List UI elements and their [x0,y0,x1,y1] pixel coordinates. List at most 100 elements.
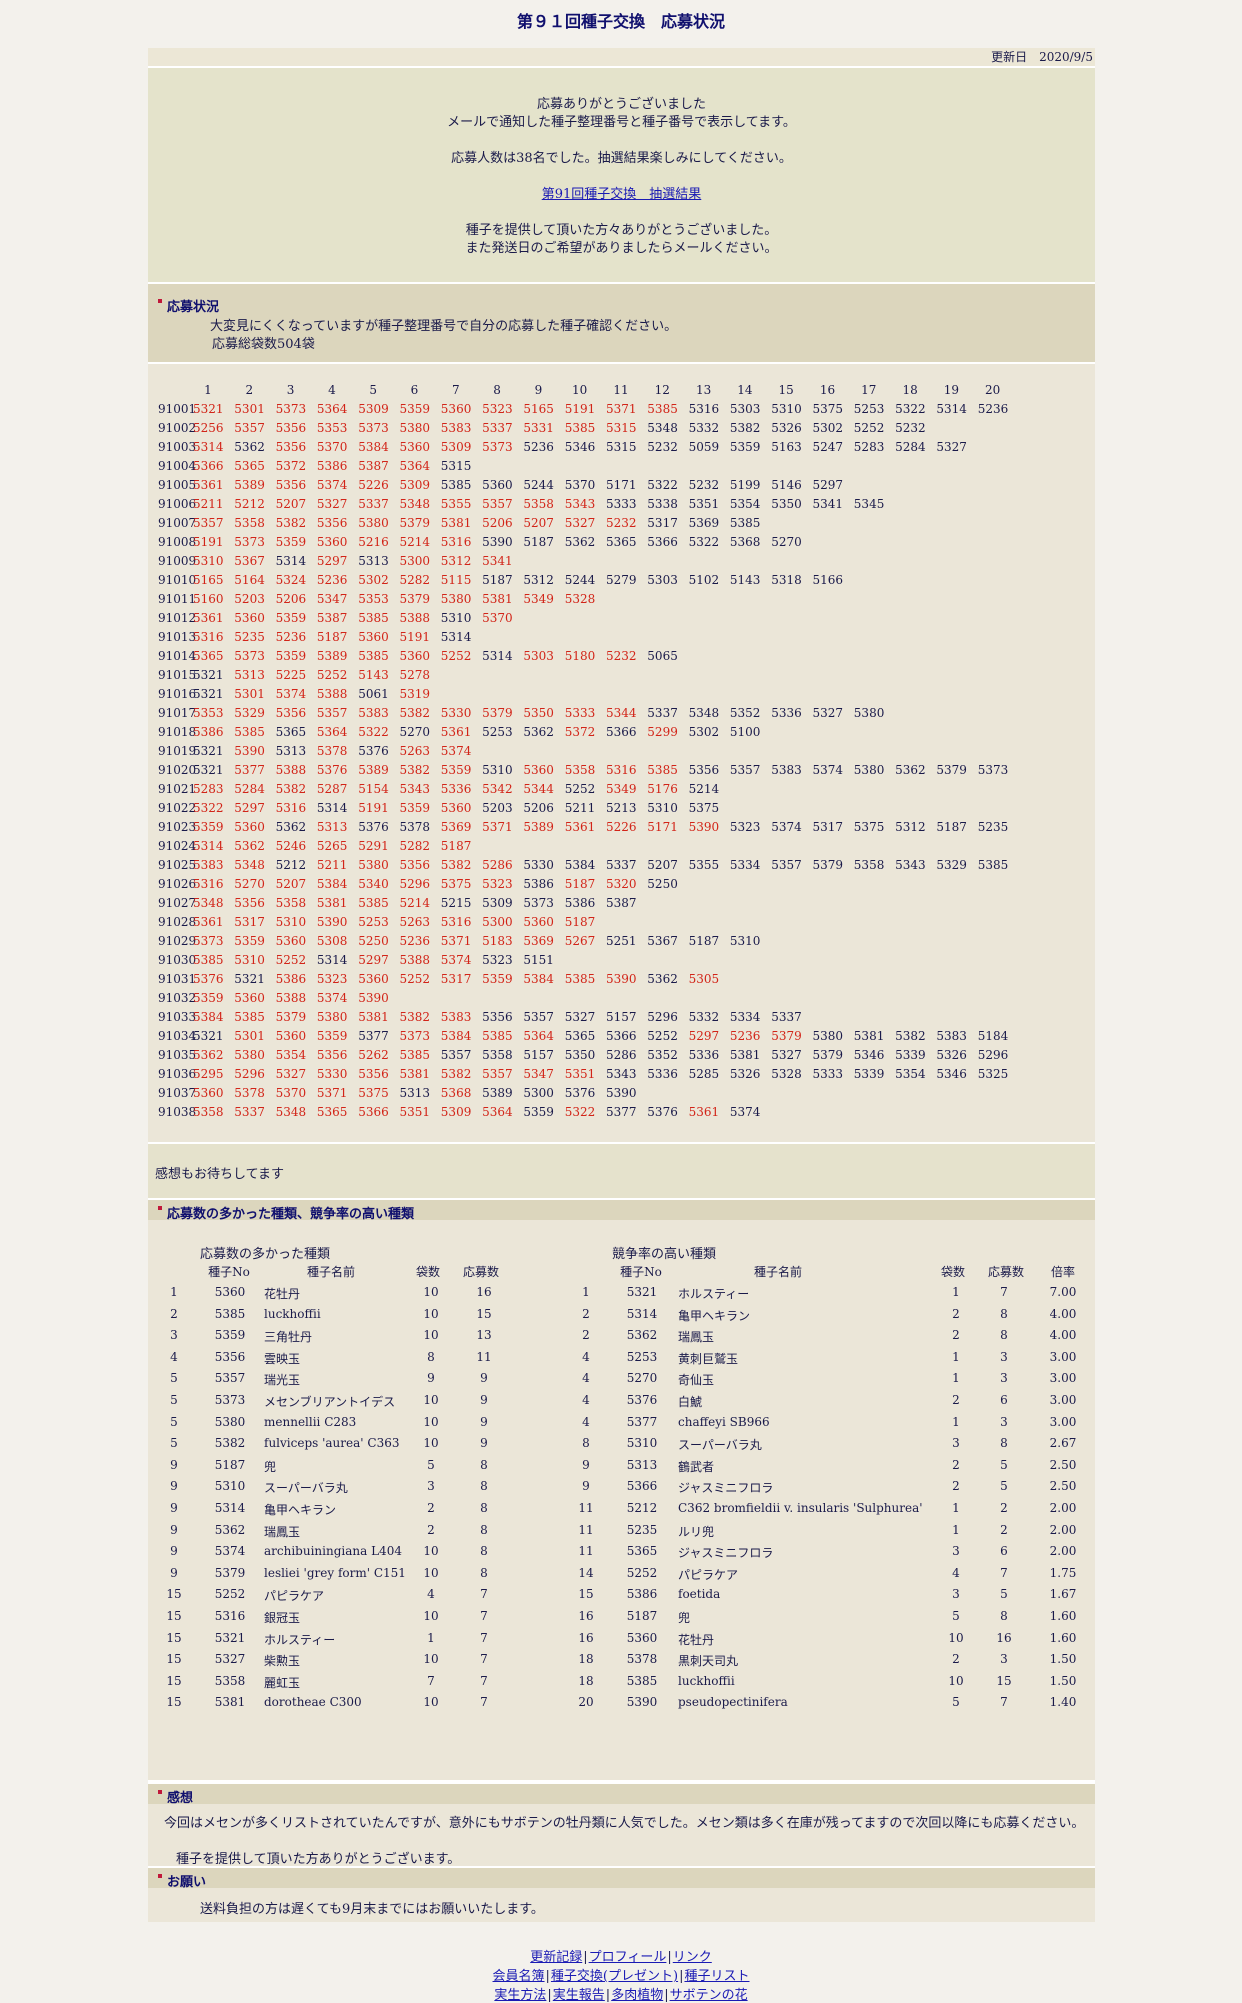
seed-number: 5316 [606,763,637,777]
seed-number: 5310 [193,554,224,568]
right-table-cell: 2 [582,1328,590,1343]
seed-number: 5353 [316,421,348,435]
seed-number: 5328 [771,1067,802,1081]
seed-number: 5360 [275,934,307,948]
right-table-cell: 1.75 [1049,1565,1077,1580]
seed-number: 5366 [193,459,224,473]
right-table-cell: 5310 [626,1436,658,1451]
seed-id: 91038 [158,1105,197,1119]
seed-number: 5100 [729,725,761,739]
seed-number: 5313 [399,1086,431,1100]
seed-number: 5359 [275,535,307,549]
nav-link[interactable]: 種子リスト [684,1969,749,1984]
right-table-cell: 4 [582,1371,590,1386]
nav-link[interactable]: リンク [673,1950,712,1965]
seed-number: 5207 [523,516,554,530]
seed-number: 5388 [399,611,431,625]
nav-link[interactable]: サボテンの花 [670,1988,748,2003]
nav-link[interactable]: 会員名簿 [493,1969,545,1984]
nav-link[interactable]: 実生方法 [494,1988,546,2003]
right-table-cell: 黄刺巨鷲玉 [678,1351,739,1366]
left-table-cell: 5 [170,1414,178,1429]
seed-number: 5362 [234,440,265,454]
right-table-cell: 5235 [626,1522,658,1537]
seed-number: 5360 [316,535,348,549]
seed-id: 91005 [158,478,197,492]
seed-number: 5324 [275,573,307,587]
seed-number: 5236 [523,440,554,454]
nav-link[interactable]: 実生報告 [553,1988,605,2003]
right-table-cell: 7 [1000,1565,1008,1580]
seed-number: 5203 [234,592,265,606]
right-table-cell: 2 [1000,1522,1008,1537]
seed-id: 91024 [158,839,197,853]
nav-link[interactable]: プロフィール [589,1950,667,1965]
right-table-cell: 5377 [626,1414,658,1429]
seed-number: 5212 [275,858,307,872]
lottery-result-link[interactable]: 第91回種子交換 抽選結果 [542,187,702,202]
seed-number: 5360 [440,402,472,416]
seed-number: 5383 [193,858,224,872]
seed-number: 5368 [729,535,761,549]
seed-number: 5386 [564,896,596,910]
seed-number: 5374 [316,991,348,1005]
seed-number: 5180 [564,649,596,663]
seed-number: 5327 [812,706,844,720]
seed-number: 5372 [564,725,596,739]
seed-number: 5283 [853,440,885,454]
seed-number: 5388 [275,991,307,1005]
seed-number: 5327 [564,1010,596,1024]
seed-number: 5315 [606,440,637,454]
seed-number: 5370 [275,1086,307,1100]
seed-number: 5380 [358,516,389,530]
seed-number: 5381 [440,516,472,530]
seed-number: 5380 [358,858,389,872]
seed-number: 5246 [275,839,307,853]
seed-number: 5302 [358,573,389,587]
seed-number: 5207 [647,858,678,872]
seed-number: 5370 [316,440,348,454]
intro-line: 応募人数は38名でした。抽選結果楽しみにしてください。 [451,151,792,166]
seed-number: 5310 [440,611,472,625]
nav-link[interactable]: 多肉植物 [611,1988,663,2003]
seed-number: 5356 [234,896,265,910]
seed-number: 5253 [358,915,389,929]
seed-number: 5388 [399,953,431,967]
left-table-cell: 5310 [214,1479,246,1494]
seed-number: 5356 [275,440,307,454]
seed-number: 5263 [399,744,431,758]
seed-number: 5207 [275,877,307,891]
ranking-header: 応募数の多かった種類、競争率の高い種類 [148,1200,1095,1222]
seed-number: 5313 [275,744,307,758]
column-header: 2 [245,383,254,397]
left-table-cell: 5 [170,1393,178,1407]
nav-link[interactable]: 種子交換(プレゼント) [551,1969,678,1984]
right-table-cell: 4.00 [1049,1328,1077,1343]
seed-number: 5353 [358,592,389,606]
seed-number: 5359 [275,649,307,663]
nav-link[interactable]: 更新記録 [530,1950,582,1965]
seed-number: 5300 [523,1086,554,1100]
right-table-cell: 20 [578,1695,594,1710]
column-header: 13 [695,383,712,397]
seed-id: 91036 [158,1067,197,1081]
left-table-cell: 9 [427,1371,435,1386]
seed-number: 5358 [853,858,885,872]
seed-number: 5362 [895,763,926,777]
seed-number: 5250 [647,877,678,891]
seed-number: 5381 [853,1029,885,1043]
seed-number: 5333 [606,497,637,511]
seed-number: 5382 [275,516,307,530]
seed-number: 5291 [358,839,389,853]
seed-number: 5382 [399,763,431,777]
seed-number: 5390 [234,744,265,758]
right-table-cell: 11 [578,1544,594,1559]
seed-number: 5211 [316,858,348,872]
seed-id: 91007 [158,516,197,530]
seed-number: 5387 [316,611,348,625]
right-table-cell: 5 [1000,1587,1008,1602]
right-table-cell: luckhoffii [678,1673,735,1688]
seed-number: 5360 [234,611,265,625]
seed-number: 5244 [523,478,554,492]
right-table-cell: 花牡丹 [678,1632,715,1647]
